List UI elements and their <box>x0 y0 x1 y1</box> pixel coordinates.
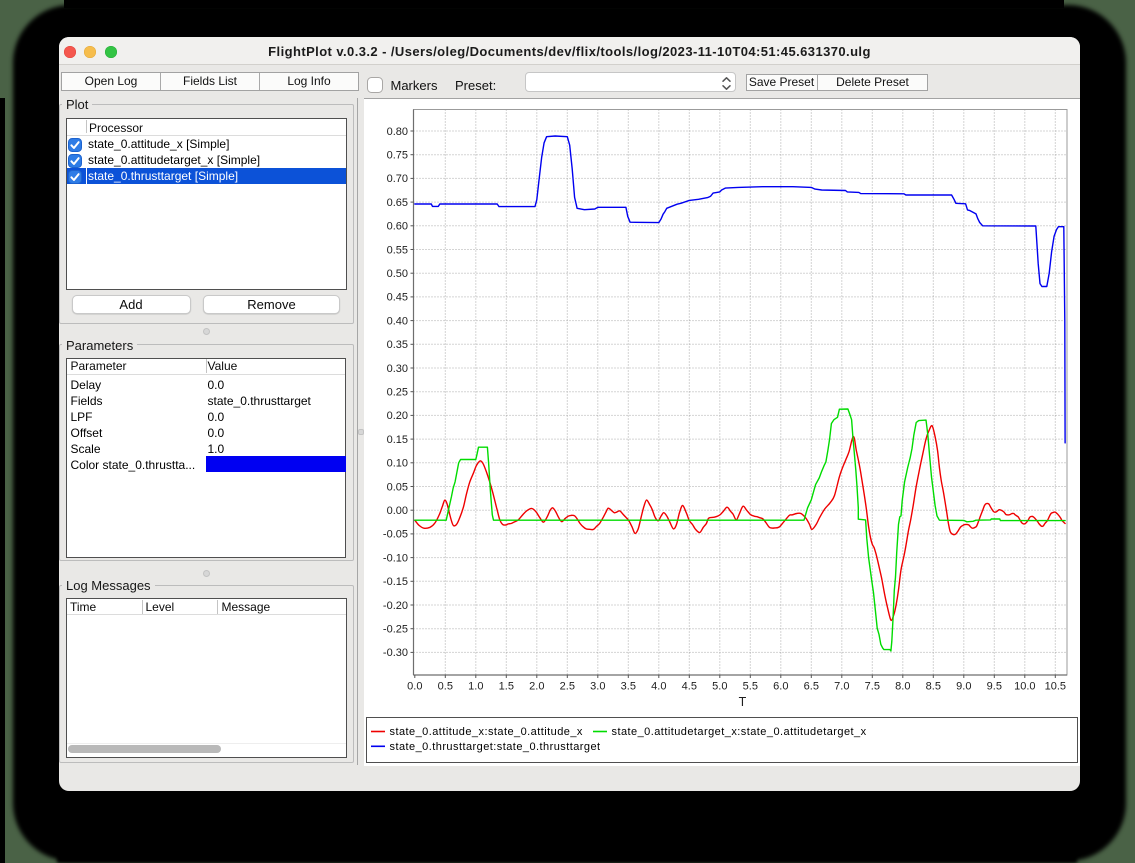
svg-text:0.10: 0.10 <box>387 457 408 469</box>
svg-text:0.30: 0.30 <box>387 362 408 374</box>
svg-text:8.0: 8.0 <box>895 680 910 692</box>
svg-text:9.0: 9.0 <box>956 680 971 692</box>
svg-text:0.75: 0.75 <box>387 149 408 161</box>
svg-text:0.20: 0.20 <box>387 410 408 422</box>
svg-text:-0.10: -0.10 <box>383 552 408 564</box>
svg-text:0.55: 0.55 <box>387 244 408 256</box>
svg-text:0.0: 0.0 <box>407 680 422 692</box>
svg-text:3.5: 3.5 <box>621 680 636 692</box>
svg-text:0.80: 0.80 <box>387 125 408 137</box>
svg-text:0.35: 0.35 <box>387 339 408 351</box>
svg-text:0.65: 0.65 <box>387 196 408 208</box>
svg-text:2.5: 2.5 <box>560 680 575 692</box>
svg-text:10.5: 10.5 <box>1045 680 1066 692</box>
svg-text:4.5: 4.5 <box>682 680 697 692</box>
svg-text:-0.15: -0.15 <box>383 576 408 588</box>
svg-text:0.45: 0.45 <box>387 291 408 303</box>
svg-text:4.0: 4.0 <box>651 680 666 692</box>
svg-text:6.5: 6.5 <box>804 680 819 692</box>
svg-text:0.50: 0.50 <box>387 268 408 280</box>
svg-text:0.40: 0.40 <box>387 315 408 327</box>
svg-text:state_0.attitude_x:state_0.att: state_0.attitude_x:state_0.attitude_x <box>390 726 583 738</box>
svg-text:3.0: 3.0 <box>590 680 605 692</box>
svg-text:0.25: 0.25 <box>387 386 408 398</box>
svg-text:0.00: 0.00 <box>387 505 408 517</box>
svg-text:-0.30: -0.30 <box>383 647 408 659</box>
svg-text:5.0: 5.0 <box>712 680 727 692</box>
svg-text:state_0.attitudetarget_x:state: state_0.attitudetarget_x:state_0.attitud… <box>612 726 867 738</box>
svg-text:0.05: 0.05 <box>387 481 408 493</box>
svg-text:0.15: 0.15 <box>387 433 408 445</box>
svg-text:6.0: 6.0 <box>773 680 788 692</box>
svg-text:-0.20: -0.20 <box>383 599 408 611</box>
svg-text:7.0: 7.0 <box>834 680 849 692</box>
svg-text:0.5: 0.5 <box>438 680 453 692</box>
svg-text:0.70: 0.70 <box>387 173 408 185</box>
svg-text:7.5: 7.5 <box>865 680 880 692</box>
svg-text:-0.25: -0.25 <box>383 623 408 635</box>
svg-text:1.0: 1.0 <box>468 680 483 692</box>
svg-text:8.5: 8.5 <box>926 680 941 692</box>
svg-text:9.5: 9.5 <box>987 680 1002 692</box>
svg-text:10.0: 10.0 <box>1014 680 1035 692</box>
svg-text:T: T <box>739 695 747 709</box>
svg-text:0.60: 0.60 <box>387 220 408 232</box>
svg-text:1.5: 1.5 <box>499 680 514 692</box>
svg-text:2.0: 2.0 <box>529 680 544 692</box>
svg-text:-0.05: -0.05 <box>383 528 408 540</box>
svg-text:state_0.thrusttarget:state_0.t: state_0.thrusttarget:state_0.thrusttarge… <box>390 741 601 753</box>
svg-text:5.5: 5.5 <box>743 680 758 692</box>
